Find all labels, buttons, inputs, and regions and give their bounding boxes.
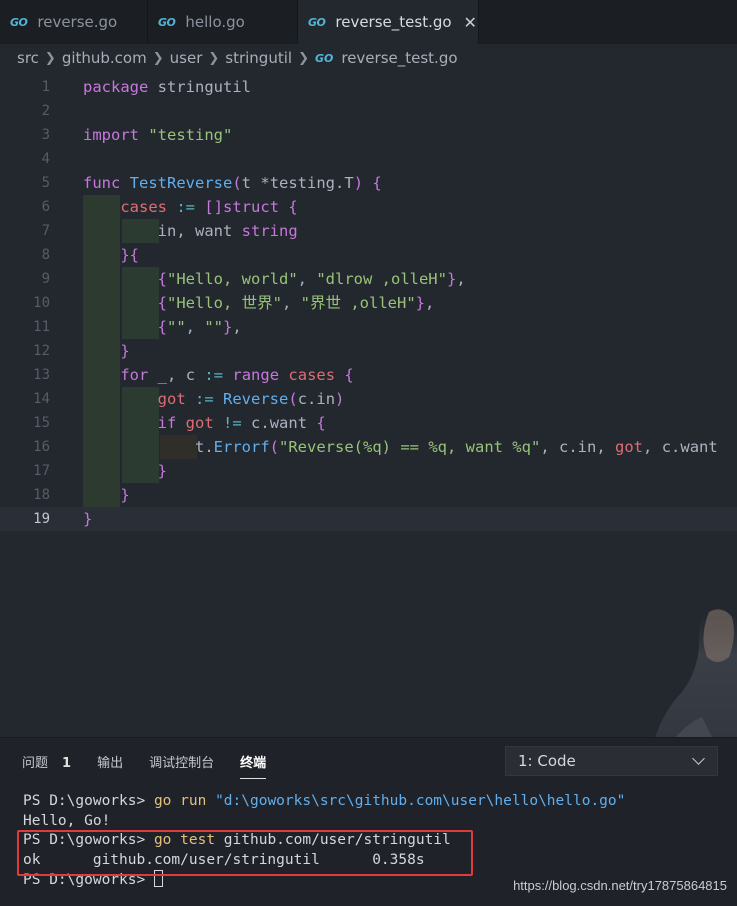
go-file-icon: GO — [308, 15, 326, 29]
chevron-right-icon: ❯ — [298, 50, 309, 66]
code-line[interactable]: 15 if got != c.want { — [0, 411, 737, 435]
line-number: 4 — [41, 151, 50, 167]
line-number: 7 — [41, 223, 50, 239]
background-photo — [655, 603, 737, 737]
tab-debug-console[interactable]: 调试控制台 — [149, 752, 214, 771]
line-number: 2 — [41, 103, 50, 119]
terminal-select-dropdown[interactable]: 1: Code — [505, 746, 718, 776]
code-text: }{ — [120, 246, 140, 264]
line-number: 3 — [41, 127, 50, 143]
tab-label: reverse_test.go — [335, 13, 452, 31]
code-text: if got != c.want { — [157, 414, 326, 432]
code-text: got := Reverse(c.in) — [157, 390, 345, 408]
tab-terminal[interactable]: 终端 — [240, 752, 267, 779]
line-number: 9 — [41, 271, 50, 287]
line-number: 17 — [33, 463, 50, 479]
problems-count-badge: 1 — [62, 755, 72, 771]
line-number: 5 — [41, 175, 50, 191]
code-line[interactable]: 4 — [0, 147, 737, 171]
go-file-icon: GO — [158, 15, 176, 29]
code-text: } — [83, 510, 93, 528]
code-text: cases := []struct { — [120, 198, 298, 216]
code-line[interactable]: 16 t.Errorf("Reverse(%q) == %q, want %q"… — [0, 435, 737, 459]
line-number: 11 — [33, 319, 50, 335]
tab-label: reverse.go — [37, 13, 118, 31]
code-line[interactable]: 10 {"Hello, 世界", "界世 ,olleH"}, — [0, 291, 737, 315]
code-text: t.Errorf("Reverse(%q) == %q, want %q", c… — [194, 438, 718, 456]
panel-tabs: 问题 1 输出 调试控制台 终端 — [0, 738, 292, 784]
breadcrumb-item-stringutil[interactable]: stringutil — [225, 49, 292, 67]
code-editor[interactable]: 19} 18 } 17 } 16 t.Errorf("Reverse(%q) == %… — [0, 72, 737, 737]
go-file-icon: GO — [10, 15, 28, 29]
code-line[interactable]: 19} — [0, 507, 737, 531]
code-text: package stringutil — [83, 78, 251, 96]
watermark: https://blog.csdn.net/try17875864815 — [513, 878, 727, 893]
code-text: in, want string — [157, 222, 298, 240]
line-number: 13 — [33, 367, 50, 383]
chevron-right-icon: ❯ — [152, 50, 164, 66]
line-number: 8 — [41, 247, 50, 263]
code-line[interactable]: 14 got := Reverse(c.in) — [0, 387, 737, 411]
tab-reverse-test-go[interactable]: GO reverse_test.go ✕ — [298, 0, 479, 44]
bottom-panel: 问题 1 输出 调试控制台 终端 1: Code PS D:\goworks> g… — [0, 737, 737, 906]
terminal-line: Hello, Go! — [23, 812, 111, 829]
breadcrumb-item-src[interactable]: src — [17, 49, 39, 67]
code-line[interactable]: 3 import "testing" — [0, 123, 737, 147]
go-file-icon: GO — [314, 51, 334, 65]
dropdown-value: 1: Code — [518, 752, 576, 770]
code-line[interactable]: 9 {"Hello, world", "dlrow ,olleH"}, — [0, 267, 737, 291]
code-line[interactable]: 2 — [0, 99, 737, 123]
line-number: 14 — [33, 391, 50, 407]
tab-hello-go[interactable]: GO hello.go — [148, 0, 298, 44]
code-text: import "testing" — [83, 126, 233, 144]
highlight-annotation-box — [17, 830, 473, 876]
chevron-right-icon: ❯ — [208, 50, 220, 66]
code-text: } — [120, 486, 130, 504]
code-text: {"Hello, world", "dlrow ,olleH"}, — [157, 270, 466, 288]
terminal-argument: "d:\goworks\src\github.com\user\hello\he… — [215, 793, 626, 809]
line-number: 19 — [33, 511, 50, 527]
breadcrumb-item-user[interactable]: user — [170, 49, 203, 67]
code-line[interactable]: 8 }{ — [0, 243, 737, 267]
terminal-command: go run — [153, 793, 216, 809]
chevron-right-icon: ❯ — [44, 50, 56, 66]
tab-label: hello.go — [185, 13, 245, 31]
line-number: 18 — [33, 487, 50, 503]
code-text: } — [120, 342, 130, 360]
code-line[interactable]: 11 {"", ""}, — [0, 315, 737, 339]
line-number: 12 — [33, 343, 50, 359]
tab-output[interactable]: 输出 — [97, 752, 123, 771]
tab-problems[interactable]: 问题 1 — [22, 752, 71, 771]
code-line[interactable]: 6 cases := []struct { — [0, 195, 737, 219]
code-text: } — [157, 462, 167, 480]
chevron-down-icon — [692, 752, 705, 765]
line-number: 6 — [41, 199, 50, 215]
terminal-prompt: PS D:\goworks> — [23, 793, 154, 809]
breadcrumb-item-github[interactable]: github.com — [62, 49, 147, 67]
line-number: 1 — [41, 79, 50, 95]
code-text: {"", ""}, — [157, 318, 242, 336]
line-number: 15 — [33, 415, 50, 431]
code-line[interactable]: 18 } — [0, 483, 737, 507]
code-line[interactable]: 1 package stringutil — [0, 75, 737, 99]
close-icon[interactable]: ✕ — [464, 13, 477, 32]
breadcrumb: src ❯ github.com ❯ user ❯ stringutil ❯ G… — [0, 44, 737, 72]
code-line[interactable]: 17 } — [0, 459, 737, 483]
code-line[interactable]: 7 in, want string — [0, 219, 737, 243]
editor-tab-bar: GO reverse.go GO hello.go GO reverse_tes… — [0, 0, 737, 44]
line-number: 10 — [33, 295, 50, 311]
terminal-line: PS D:\goworks> go run "d:\goworks\src\gi… — [23, 792, 733, 812]
code-line[interactable]: 5 func TestReverse(t *testing.T) { — [0, 171, 737, 195]
tab-problems-label: 问题 — [22, 755, 49, 771]
code-line[interactable]: 12 } — [0, 339, 737, 363]
line-number: 16 — [33, 439, 50, 455]
code-line[interactable]: 13 for _, c := range cases { — [0, 363, 737, 387]
breadcrumb-item-file[interactable]: reverse_test.go — [341, 49, 457, 67]
code-text: for _, c := range cases { — [120, 366, 354, 384]
code-text: {"Hello, 世界", "界世 ,olleH"}, — [157, 294, 435, 312]
tab-reverse-go[interactable]: GO reverse.go — [0, 0, 148, 44]
code-text: func TestReverse(t *testing.T) { — [83, 174, 382, 192]
